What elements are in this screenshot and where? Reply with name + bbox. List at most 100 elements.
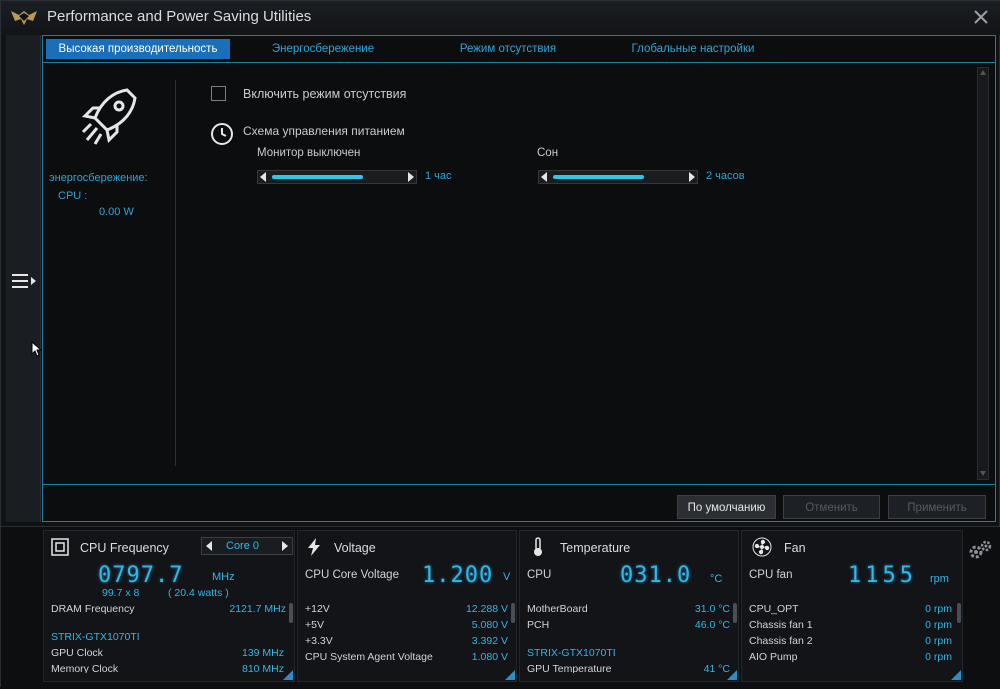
- fan-row-value: 0 rpm: [925, 619, 952, 631]
- fan-icon: [752, 537, 772, 557]
- fan-panel[interactable]: Fan CPU fan 1155 rpm CPU_OPT 0 rpm Chass…: [741, 530, 963, 682]
- panel-expand-corner[interactable]: [951, 670, 961, 680]
- cpu-ratio: 99.7 x 8: [102, 587, 140, 599]
- core-selector[interactable]: Core 0: [201, 537, 293, 555]
- tab-power-saving[interactable]: Энергосбережение: [243, 39, 403, 59]
- temperature-row-value: 46.0 °C: [694, 619, 730, 631]
- memory-clock-value: 810 MHz: [241, 663, 284, 673]
- voltage-row-value: 12.288 V: [465, 603, 508, 615]
- cpu-fan-label: CPU fan: [749, 569, 793, 581]
- gpu-clock-label: GPU Clock: [51, 647, 103, 659]
- thermometer-icon: [534, 537, 542, 556]
- panel-expand-corner[interactable]: [505, 670, 515, 680]
- voltage-title: Voltage: [334, 541, 376, 555]
- title-bar[interactable]: Performance and Power Saving Utilities: [1, 1, 1000, 35]
- voltage-row-value: 1.080 V: [471, 651, 508, 663]
- memory-clock-label: Memory Clock: [51, 663, 119, 673]
- default-button[interactable]: По умолчанию: [677, 495, 776, 519]
- side-rail: [6, 35, 41, 522]
- temperature-panel[interactable]: Temperature CPU 031.0 °C MotherBoard 31.…: [519, 530, 739, 682]
- gpu-temperature-value: 41 °C: [703, 663, 730, 673]
- sleep-slider[interactable]: [538, 170, 698, 184]
- cpu-temperature-unit: °C: [710, 573, 723, 585]
- slider-fill: [272, 175, 363, 179]
- core-value: Core 0: [226, 540, 260, 552]
- fan-row-value: 0 rpm: [925, 603, 952, 615]
- cpu-core-voltage-readout: 1.200: [422, 563, 494, 588]
- apply-button[interactable]: Применить: [888, 495, 986, 519]
- gpu-temperature-label: GPU Temperature: [527, 663, 612, 673]
- fan-row-label: Chassis fan 2: [749, 635, 813, 647]
- monitor-bar: CPU Frequency Core 0 0797.7 MHz 99.7 x 8…: [1, 526, 1000, 689]
- gear-icon[interactable]: [967, 537, 993, 563]
- fan-row-label: AIO Pump: [749, 651, 798, 663]
- core-next-arrow[interactable]: [282, 541, 288, 551]
- power-mode-label: энергосбережение:: [49, 172, 148, 184]
- monitor-off-label: Монитор выключен: [257, 147, 361, 159]
- fan-row-value: 0 rpm: [925, 651, 952, 663]
- tuf-logo-icon: [11, 11, 37, 25]
- gpu-name: STRIX-GTX1070TI: [51, 631, 140, 643]
- cpu-frequency-title: CPU Frequency: [80, 541, 169, 555]
- fan-title: Fan: [784, 541, 806, 555]
- menu-expand-icon[interactable]: [10, 271, 38, 291]
- panel-expand-corner[interactable]: [727, 670, 737, 680]
- temperature-row-label: MotherBoard: [527, 603, 588, 615]
- cpu-core-voltage-unit: V: [503, 571, 511, 583]
- rocket-icon: [81, 88, 137, 145]
- cpu-frequency-unit: MHz: [212, 571, 235, 583]
- gpu-clock-value: 139 MHz: [241, 647, 284, 659]
- temperature-title: Temperature: [560, 541, 631, 555]
- tab-global-settings[interactable]: Глобальные настройки: [613, 39, 773, 59]
- core-prev-arrow[interactable]: [206, 541, 212, 551]
- voltage-row-value: 5.080 V: [471, 619, 508, 631]
- scroll-down-icon[interactable]: [980, 471, 986, 476]
- voltage-row-label: +12V: [305, 603, 330, 615]
- gpu-name: STRIX-GTX1070TI: [527, 647, 616, 659]
- slider-right-arrow[interactable]: [689, 172, 695, 182]
- slider-right-arrow[interactable]: [408, 172, 414, 182]
- tab-bar: Высокая производительность Энергосбереже…: [43, 36, 995, 63]
- voltage-row-value: 3.392 V: [471, 635, 508, 647]
- panel-scrollbar[interactable]: [733, 603, 737, 623]
- cpu-temperature-label: CPU: [527, 569, 552, 581]
- cpu-watts: ( 20.4 watts ): [168, 587, 229, 599]
- content-scrollbar[interactable]: [977, 67, 989, 480]
- cancel-button[interactable]: Отменить: [783, 495, 880, 519]
- sleep-label: Сон: [537, 147, 559, 159]
- cpu-temperature-readout: 031.0: [620, 563, 692, 588]
- cpu-frequency-readout: 0797.7: [98, 563, 184, 588]
- main-panel: Высокая производительность Энергосбереже…: [42, 35, 996, 522]
- cpu-power-value: 0.00 W: [99, 206, 134, 218]
- slider-fill: [553, 175, 644, 179]
- dram-frequency-value: 2121.7 MHz: [229, 603, 286, 615]
- cpu-frequency-panel[interactable]: CPU Frequency Core 0 0797.7 MHz 99.7 x 8…: [43, 530, 295, 682]
- monitor-off-slider[interactable]: [257, 170, 417, 184]
- fan-row-label: CPU_OPT: [749, 603, 799, 615]
- voltage-row-label: CPU System Agent Voltage: [305, 651, 433, 663]
- clock-icon: [211, 123, 233, 145]
- content-divider: [175, 80, 176, 466]
- cpu-power-label: CPU :: [58, 190, 88, 202]
- away-mode-label: Включить режим отсутствия: [243, 87, 407, 101]
- cpu-fan-readout: 1155: [848, 563, 917, 588]
- close-icon[interactable]: [971, 7, 991, 27]
- cpu-core-voltage-label: CPU Core Voltage: [305, 569, 399, 581]
- voltage-panel[interactable]: Voltage CPU Core Voltage 1.200 V +12V 12…: [297, 530, 517, 682]
- app-window: Performance and Power Saving Utilities В…: [0, 0, 1000, 689]
- footer-divider: [43, 484, 995, 485]
- mouse-cursor-icon: [31, 341, 43, 357]
- slider-left-arrow[interactable]: [541, 172, 547, 182]
- lightning-icon: [308, 538, 320, 556]
- tab-away-mode[interactable]: Режим отсутствия: [433, 39, 583, 59]
- tab-high-performance[interactable]: Высокая производительность: [46, 39, 230, 59]
- away-mode-checkbox[interactable]: [211, 86, 226, 101]
- dram-frequency-label: DRAM Frequency: [51, 603, 135, 615]
- panel-scrollbar[interactable]: [289, 603, 293, 623]
- panel-expand-corner[interactable]: [283, 670, 293, 680]
- slider-left-arrow[interactable]: [260, 172, 266, 182]
- panel-scrollbar[interactable]: [957, 603, 961, 623]
- panel-scrollbar[interactable]: [511, 603, 515, 623]
- temperature-row-value: 31.0 °C: [694, 603, 730, 615]
- scroll-up-icon[interactable]: [980, 70, 986, 75]
